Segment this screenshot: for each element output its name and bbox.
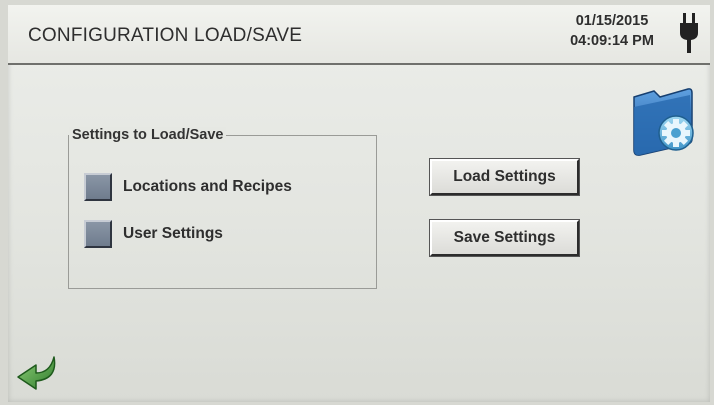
user-settings-label[interactable]: User Settings <box>123 225 223 243</box>
settings-group-title: Settings to Load/Save <box>69 127 227 143</box>
plug-icon[interactable] <box>677 13 701 53</box>
datetime-display: 01/15/2015 04:09:14 PM <box>552 11 672 51</box>
device-screen: CONFIGURATION LOAD/SAVE 01/15/2015 04:09… <box>8 5 710 402</box>
locations-recipes-label[interactable]: Locations and Recipes <box>123 178 292 196</box>
page-title: CONFIGURATION LOAD/SAVE <box>28 25 303 46</box>
locations-recipes-checkbox[interactable] <box>84 173 112 201</box>
date-text: 01/15/2015 <box>575 13 649 29</box>
save-settings-button[interactable]: Save Settings <box>429 219 580 257</box>
back-arrow-icon[interactable] <box>14 353 60 393</box>
settings-group-box <box>68 135 377 289</box>
load-settings-button[interactable]: Load Settings <box>429 158 580 196</box>
time-text: 04:09:14 PM <box>570 33 654 49</box>
folder-gear-icon <box>633 88 694 156</box>
header-bar: CONFIGURATION LOAD/SAVE 01/15/2015 04:09… <box>8 5 710 65</box>
user-settings-checkbox[interactable] <box>84 220 112 248</box>
